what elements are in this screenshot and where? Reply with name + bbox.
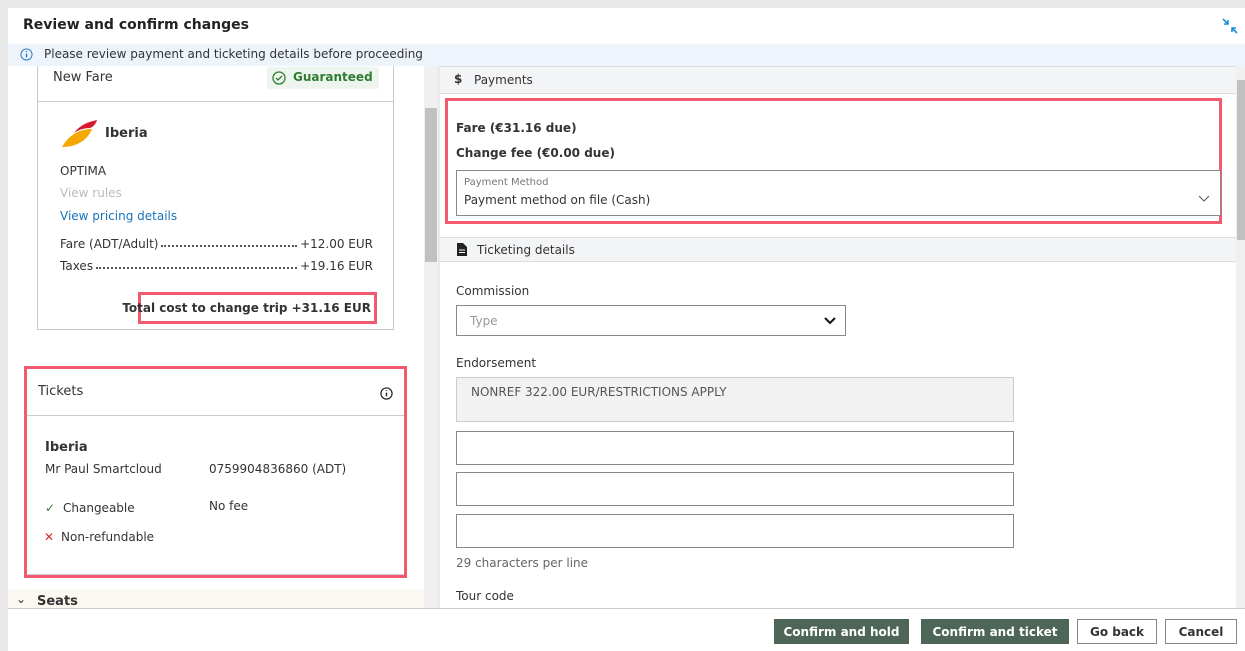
fare-due: Fare (€31.16 due) bbox=[456, 121, 577, 135]
change-fee: No fee bbox=[209, 499, 249, 513]
ticket-number: 0759904836860 (ADT) bbox=[209, 462, 347, 476]
chars-hint: 29 characters per line bbox=[456, 556, 589, 570]
total-cost: Total cost to change trip +31.16 EUR bbox=[122, 301, 371, 315]
endorsement-label: Endorsement bbox=[456, 356, 537, 370]
seats-section[interactable]: ⌄ Seats bbox=[8, 589, 424, 608]
confirm-and-hold-button[interactable]: Confirm and hold bbox=[774, 619, 909, 644]
info-icon[interactable] bbox=[380, 387, 393, 400]
payment-method-select[interactable]: Payment Method Payment method on file (C… bbox=[456, 170, 1221, 216]
cancel-button[interactable]: Cancel bbox=[1165, 619, 1237, 644]
dialog-title: Review and confirm changes bbox=[23, 17, 249, 33]
info-text: Please review payment and ticketing deta… bbox=[44, 47, 423, 61]
endorsement-line-3[interactable] bbox=[456, 514, 1014, 548]
new-fare-card: New Fare Guaranteed Iberia OPTIMA View r… bbox=[37, 66, 394, 330]
tickets-card: Tickets Iberia Mr Paul Smartcloud 075990… bbox=[24, 366, 407, 578]
payments-highlight: Fare (€31.16 due) Change fee (€0.00 due)… bbox=[445, 98, 1222, 224]
chevron-down-icon bbox=[824, 317, 836, 325]
go-back-button[interactable]: Go back bbox=[1077, 619, 1157, 644]
change-fee-due: Change fee (€0.00 due) bbox=[456, 146, 615, 160]
document-icon bbox=[457, 243, 467, 256]
endorsement-line-1[interactable] bbox=[456, 431, 1014, 465]
view-pricing-link[interactable]: View pricing details bbox=[60, 209, 177, 223]
info-icon bbox=[20, 48, 33, 61]
tour-code-label: Tour code bbox=[456, 589, 514, 603]
total-highlight: Total cost to change trip +31.16 EUR bbox=[122, 292, 377, 324]
chevron-down-icon bbox=[1198, 195, 1210, 202]
fare-line: Fare (ADT/Adult) +12.00 EUR bbox=[60, 237, 373, 251]
view-rules-link[interactable]: View rules bbox=[60, 186, 122, 200]
left-scrollbar[interactable] bbox=[424, 66, 438, 608]
commission-label: Commission bbox=[456, 284, 530, 298]
refundable-label: Non-refundable bbox=[61, 530, 155, 544]
right-scrollbar[interactable] bbox=[1236, 66, 1245, 608]
airline-name: Iberia bbox=[105, 126, 148, 141]
endorsement-readonly: NONREF 322.00 EUR/RESTRICTIONS APPLY bbox=[456, 377, 1014, 422]
confirm-and-ticket-button[interactable]: Confirm and ticket bbox=[921, 619, 1069, 644]
dialog-footer: Confirm and hold Confirm and ticket Go b… bbox=[8, 608, 1245, 651]
fare-brand: OPTIMA bbox=[60, 164, 107, 178]
info-banner: Please review payment and ticketing deta… bbox=[8, 44, 1245, 66]
check-icon: ✓ bbox=[45, 501, 56, 515]
ticket-airline: Iberia bbox=[45, 440, 88, 455]
ticketing-header: Ticketing details bbox=[440, 237, 1236, 262]
chevron-down-icon: ⌄ bbox=[16, 592, 27, 606]
right-panel: $ Payments Fare (€31.16 due) Change fee … bbox=[440, 66, 1236, 608]
dollar-icon: $ bbox=[454, 72, 463, 86]
tickets-title: Tickets bbox=[38, 384, 84, 399]
taxes-line: Taxes +19.16 EUR bbox=[60, 259, 373, 273]
new-fare-title: New Fare bbox=[53, 70, 113, 85]
changeable-label: Changeable bbox=[63, 501, 135, 515]
guaranteed-badge: Guaranteed bbox=[267, 67, 379, 89]
dialog-header: Review and confirm changes bbox=[8, 8, 1245, 44]
collapse-icon[interactable] bbox=[1222, 18, 1238, 34]
cross-icon: ✕ bbox=[44, 530, 55, 544]
left-panel: New Fare Guaranteed Iberia OPTIMA View r… bbox=[8, 66, 424, 608]
passenger-name: Mr Paul Smartcloud bbox=[45, 462, 162, 476]
endorsement-line-2[interactable] bbox=[456, 472, 1014, 506]
check-circle-icon bbox=[272, 71, 286, 85]
commission-type-select[interactable]: Type bbox=[456, 305, 846, 336]
payments-header: $ Payments bbox=[440, 66, 1236, 94]
iberia-logo-icon bbox=[62, 120, 97, 147]
